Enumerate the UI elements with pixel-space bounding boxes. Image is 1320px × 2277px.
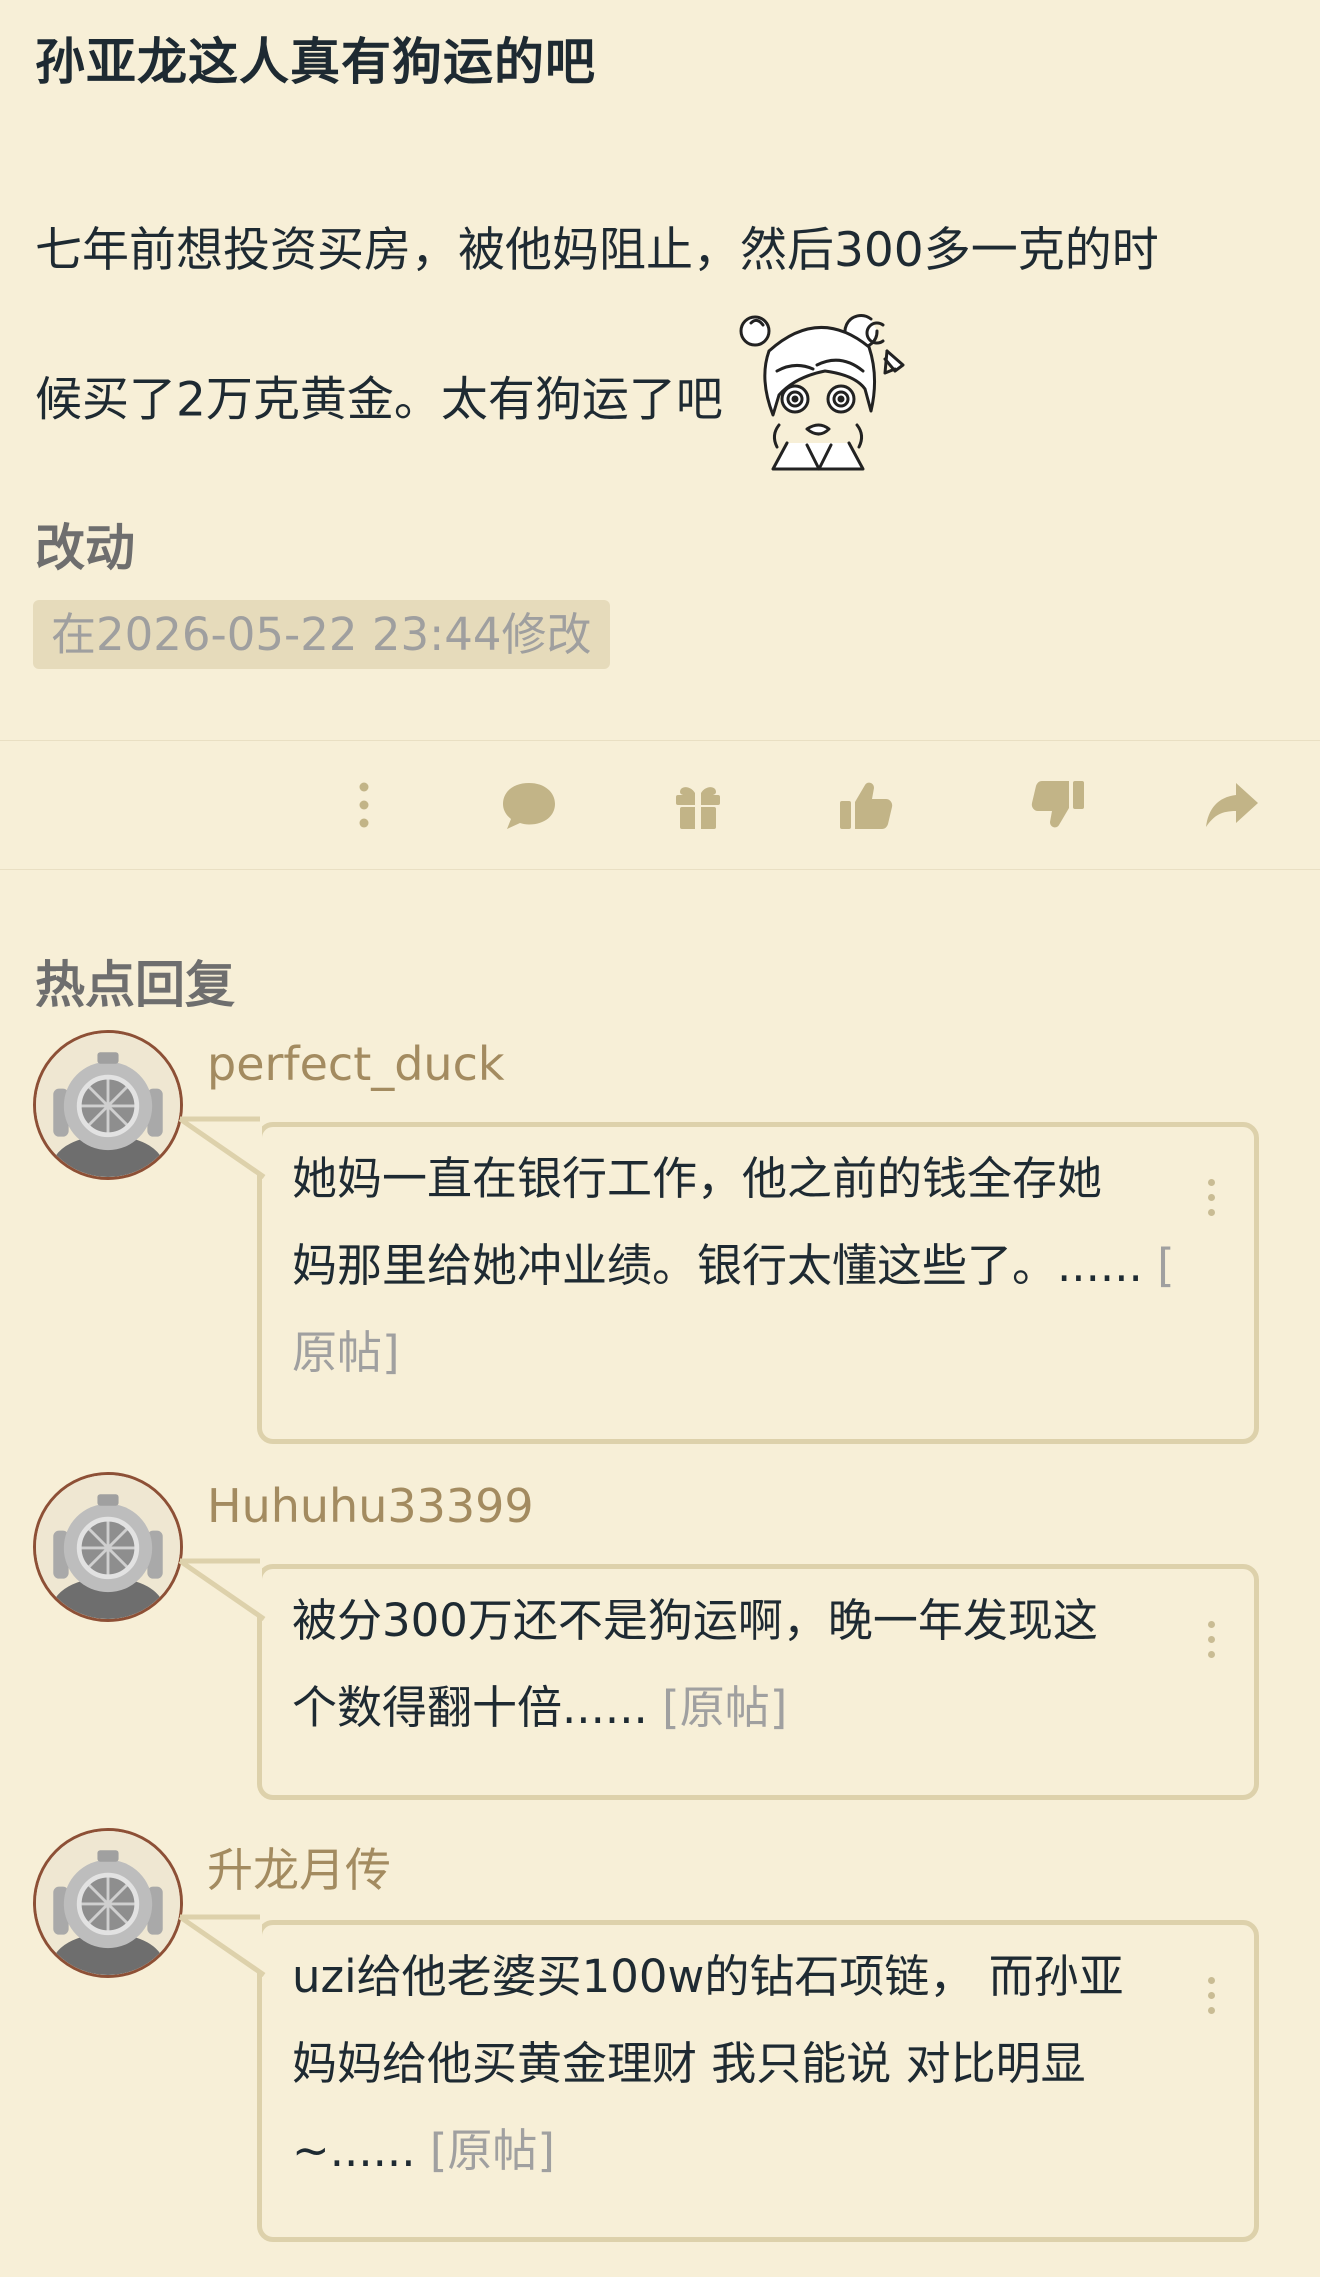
reply-text-line: ~...... [原帖]	[292, 2107, 1172, 2194]
hot-replies-heading: 热点回复	[35, 956, 235, 1014]
reply-text: 被分300万还不是狗运啊，晚一年发现这 个数得翻十倍...... [原帖]	[292, 1577, 1172, 1751]
post-body-line: 候买了2万克黄金。太有狗运了吧	[35, 314, 1295, 471]
more-vertical-icon[interactable]	[1204, 1179, 1218, 1223]
post-body-line: 七年前想投资买房，被他妈阻止，然后300多一克的时	[35, 223, 1159, 278]
thumbs-up-icon[interactable]	[834, 773, 898, 837]
reply-text-line: 妈那里给她冲业绩。银行太懂这些了。...... [	[292, 1222, 1175, 1309]
reply-text-segment: 个数得翻十倍......	[292, 1681, 648, 1734]
reply-text: 她妈一直在银行工作，他之前的钱全存她 妈那里给她冲业绩。银行太懂这些了。....…	[292, 1135, 1175, 1396]
original-post-link[interactable]: 原帖]	[292, 1309, 1172, 1396]
reply-text-line: 她妈一直在银行工作，他之前的钱全存她	[292, 1152, 1103, 1205]
reply-bubble: uzi给他老婆买100w的钻石项链， 而孙亚 妈妈给他买黄金理财 我只能说 对比…	[178, 1914, 1259, 2242]
avatar[interactable]	[33, 1030, 183, 1180]
reply-text-line: uzi给他老婆买100w的钻石项链， 而孙亚	[292, 1950, 1124, 2003]
share-arrow-icon[interactable]	[1200, 773, 1264, 837]
more-vertical-icon[interactable]	[332, 773, 396, 837]
post-title: 孙亚龙这人真有狗运的吧	[35, 33, 596, 91]
reply-text-line: 被分300万还不是狗运啊，晚一年发现这	[292, 1594, 1098, 1647]
reply-username[interactable]: Huhuhu33399	[207, 1479, 534, 1533]
avatar[interactable]	[33, 1828, 183, 1978]
gift-icon[interactable]	[666, 773, 730, 837]
comment-icon[interactable]	[497, 773, 561, 837]
bubble-tail	[178, 1914, 266, 1978]
post-body: 七年前想投资买房，被他妈阻止，然后300多一克的时 候买了2万克黄金。太有狗运了…	[35, 178, 1295, 471]
reply-text-line: 妈妈给他买黄金理财 我只能说 对比明显	[292, 2037, 1086, 2090]
more-vertical-icon[interactable]	[1204, 1977, 1218, 2021]
reply-text-segment: ~......	[292, 2124, 416, 2177]
edit-timestamp-badge: 在2026-05-22 23:44修改	[33, 600, 610, 669]
post-body-text: 候买了2万克黄金。太有狗运了吧	[35, 372, 723, 428]
edit-heading: 改动	[35, 519, 135, 577]
avatar[interactable]	[33, 1472, 183, 1622]
more-vertical-icon[interactable]	[1204, 1621, 1218, 1665]
reply-text: uzi给他老婆买100w的钻石项链， 而孙亚 妈妈给他买黄金理财 我只能说 对比…	[292, 1933, 1172, 2194]
reply-text-line: 个数得翻十倍...... [原帖]	[292, 1664, 1172, 1751]
thumbs-down-icon[interactable]	[1026, 773, 1090, 837]
reply-username[interactable]: 升龙月传	[207, 1834, 391, 1900]
reply-username[interactable]: perfect_duck	[207, 1037, 505, 1091]
anime-sticker-image	[737, 311, 907, 471]
reply-text-segment: 妈那里给她冲业绩。银行太懂这些了。......	[292, 1239, 1143, 1292]
post-action-bar	[0, 740, 1320, 870]
bubble-tail	[178, 1558, 266, 1622]
bubble-tail	[178, 1116, 266, 1180]
reply-bubble: 被分300万还不是狗运啊，晚一年发现这 个数得翻十倍...... [原帖]	[178, 1558, 1259, 1800]
original-post-link[interactable]: [原帖]	[648, 1681, 787, 1734]
original-post-link[interactable]: [原帖]	[416, 2124, 555, 2177]
reply-bubble: 她妈一直在银行工作，他之前的钱全存她 妈那里给她冲业绩。银行太懂这些了。....…	[178, 1116, 1259, 1444]
original-post-link[interactable]: [	[1143, 1239, 1175, 1292]
